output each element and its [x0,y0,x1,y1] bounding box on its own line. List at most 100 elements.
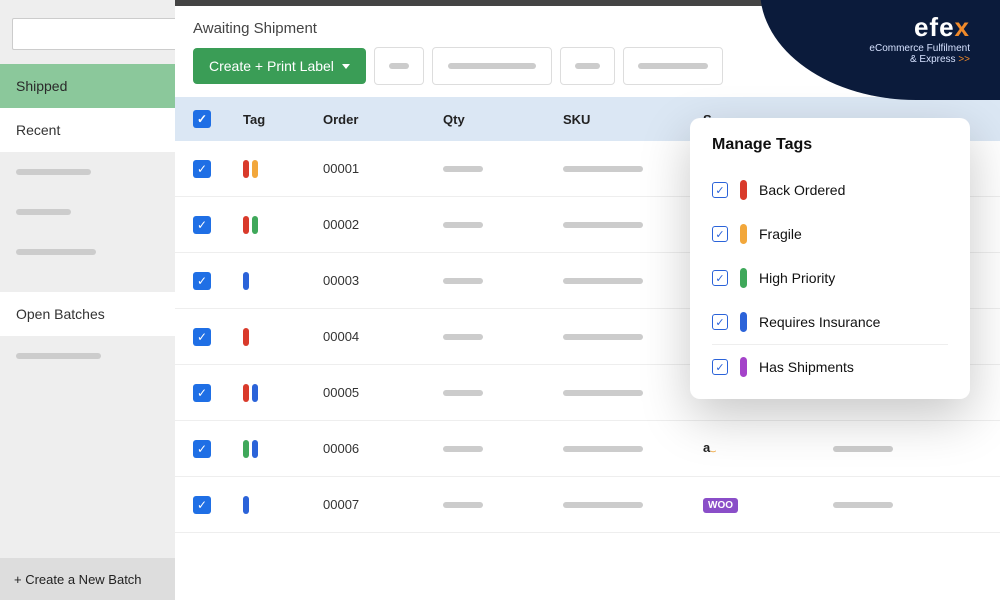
toolbar-button-placeholder[interactable] [560,47,615,85]
tag-pip [243,384,249,402]
tag-option-label: Fragile [759,226,802,242]
sidebar-item-label: Open Batches [16,306,105,322]
tag-option-label: Back Ordered [759,182,845,198]
main: Awaiting Shipment Create + Print Label T… [175,0,1000,600]
qty-placeholder [443,222,483,228]
row-checkbox[interactable]: ✓ [193,216,211,234]
sidebar-item-shipped[interactable]: Shipped [0,64,175,108]
tag-pips [243,272,323,290]
tag-checkbox[interactable]: ✓ [712,359,728,375]
select-all-checkbox[interactable]: ✓ [193,110,211,128]
qty-placeholder [443,390,483,396]
cell-placeholder [833,502,893,508]
tag-pip [243,440,249,458]
order-id: 00006 [323,441,443,456]
chevron-down-icon [342,64,350,69]
col-header-qty[interactable]: Qty [443,112,563,127]
sku-placeholder [563,502,643,508]
tag-pip [243,160,249,178]
order-id: 00007 [323,497,443,512]
row-checkbox[interactable]: ✓ [193,160,211,178]
tag-pip [252,440,258,458]
tag-option-label: High Priority [759,270,835,286]
tag-pips [243,160,323,178]
button-label: Create + Print Label [209,58,334,74]
sidebar-item-placeholder [0,192,175,232]
table-row[interactable]: ✓ 00007 WOO [175,477,1000,533]
tag-pips [243,328,323,346]
tag-pips [243,440,323,458]
amazon-icon: a⌣ [703,440,716,455]
cell-placeholder [833,446,893,452]
new-batch-label: + Create a New Batch [14,572,142,587]
tag-pip [243,496,249,514]
qty-placeholder [443,502,483,508]
order-id: 00004 [323,329,443,344]
col-header-tag[interactable]: Tag [243,112,323,127]
tag-pips [243,496,323,514]
row-checkbox[interactable]: ✓ [193,496,211,514]
toolbar-button-placeholder[interactable] [432,47,552,85]
tag-color-pip [740,268,747,288]
tag-option[interactable]: ✓ Fragile [712,212,948,256]
order-id: 00001 [323,161,443,176]
tag-color-pip [740,357,747,377]
popover-title: Manage Tags [712,136,948,154]
row-checkbox[interactable]: ✓ [193,328,211,346]
order-id: 00002 [323,217,443,232]
header: Awaiting Shipment Create + Print Label T… [175,0,1000,97]
tag-color-pip [740,312,747,332]
tag-checkbox[interactable]: ✓ [712,226,728,242]
tag-checkbox[interactable]: ✓ [712,182,728,198]
tag-pip [252,384,258,402]
search-input[interactable] [12,18,202,50]
sidebar-item-open-batches[interactable]: Open Batches [0,292,175,336]
row-checkbox[interactable]: ✓ [193,440,211,458]
sku-placeholder [563,222,643,228]
row-checkbox[interactable]: ✓ [193,272,211,290]
tag-option[interactable]: ✓ Back Ordered [712,168,948,212]
tag-pips [243,384,323,402]
order-id: 00005 [323,385,443,400]
sidebar-item-recent[interactable]: Recent [0,108,175,152]
tag-pip [252,216,258,234]
sku-placeholder [563,390,643,396]
tag-checkbox[interactable]: ✓ [712,270,728,286]
tag-checkbox[interactable]: ✓ [712,314,728,330]
sidebar: Shipped Recent Open Batches + Create a N… [0,0,175,600]
order-id: 00003 [323,273,443,288]
table-row[interactable]: ✓ 00006 a⌣ [175,421,1000,477]
chevron-down-icon [959,64,967,69]
tag-color-pip [740,180,747,200]
tag-dropdown-button[interactable]: Tag [915,47,982,85]
woo-icon: WOO [703,498,738,513]
tag-color-pip [740,224,747,244]
search-wrap [0,0,175,64]
sku-placeholder [563,278,643,284]
create-new-batch-button[interactable]: + Create a New Batch [0,558,175,600]
col-header-order[interactable]: Order [323,112,443,127]
toolbar-button-placeholder[interactable] [623,47,723,85]
row-checkbox[interactable]: ✓ [193,384,211,402]
sidebar-item-label: Recent [16,122,60,138]
tag-pip [243,328,249,346]
qty-placeholder [443,334,483,340]
button-label: Tag [930,58,953,74]
toolbar: Create + Print Label Tag [193,47,982,85]
sidebar-item-placeholder [0,152,175,192]
sku-placeholder [563,334,643,340]
toolbar-button-placeholder[interactable] [374,47,424,85]
tag-option[interactable]: ✓ Requires Insurance [712,300,948,344]
tag-option[interactable]: ✓ High Priority [712,256,948,300]
tag-option[interactable]: ✓ Has Shipments [712,344,948,389]
col-header-sku[interactable]: SKU [563,112,703,127]
tag-pip [243,216,249,234]
qty-placeholder [443,446,483,452]
sidebar-item-placeholder [0,232,175,272]
page-title: Awaiting Shipment [193,20,982,37]
tag-option-label: Has Shipments [759,359,854,375]
sidebar-item-placeholder [0,336,175,376]
qty-placeholder [443,278,483,284]
create-print-label-button[interactable]: Create + Print Label [193,48,366,84]
manage-tags-popover: Manage Tags ✓ Back Ordered ✓ Fragile ✓ H… [690,118,970,399]
